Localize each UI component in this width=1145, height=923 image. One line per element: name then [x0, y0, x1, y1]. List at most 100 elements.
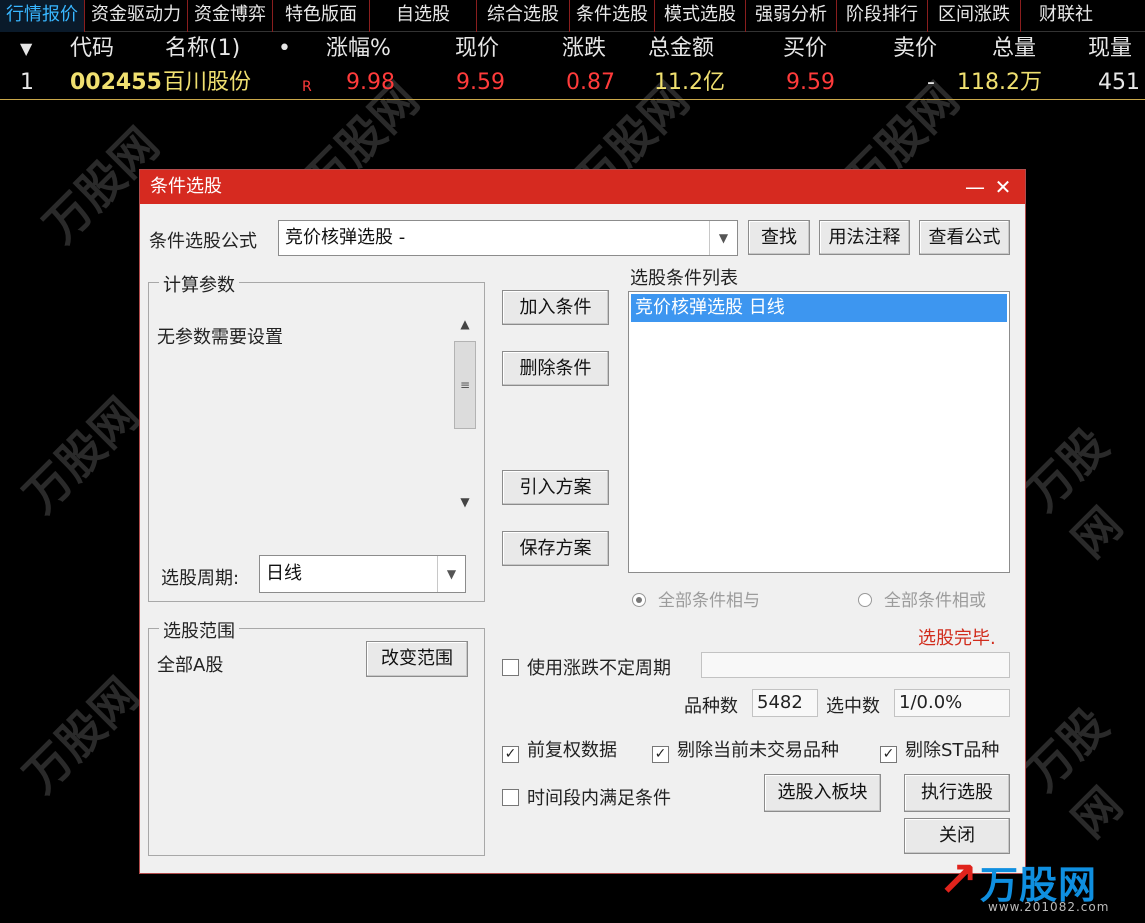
dialog-title: 条件选股: [150, 176, 222, 197]
tab-capital-game[interactable]: 资金博弈: [188, 0, 273, 32]
stock-name: 百川股份: [163, 70, 252, 95]
execute-screen-button[interactable]: 执行选股: [904, 774, 1010, 812]
checkbox-box[interactable]: [502, 789, 519, 806]
radio-dot[interactable]: [858, 593, 872, 607]
period-value: 日线: [266, 563, 302, 584]
scroll-thumb[interactable]: ≡: [454, 341, 476, 429]
find-button[interactable]: 查找: [748, 220, 810, 255]
add-to-block-button[interactable]: 选股入板块: [764, 774, 881, 812]
range-group: 选股范围 全部A股 改变范围: [148, 617, 485, 856]
pre-adjust-checkbox[interactable]: ✓ 前复权数据: [502, 736, 617, 763]
params-group-title: 计算参数: [159, 271, 239, 297]
use-variable-period-label: 使用涨跌不定周期: [527, 658, 671, 679]
radio-and-label: 全部条件相与: [658, 591, 760, 611]
ask-value: -: [927, 70, 935, 95]
col-change[interactable]: 涨跌: [562, 32, 606, 66]
col-dot: •: [278, 36, 291, 61]
col-change-pct[interactable]: 涨幅%: [326, 32, 391, 66]
variable-period-field[interactable]: [701, 652, 1010, 678]
tab-pattern-screen[interactable]: 模式选股: [655, 0, 746, 32]
add-condition-button[interactable]: 加入条件: [502, 290, 609, 325]
col-amount[interactable]: 总金额: [648, 32, 714, 66]
chevron-down-icon[interactable]: ▼: [709, 221, 737, 255]
watermark: 万股网: [13, 667, 150, 804]
amount-value: 11.2亿: [654, 70, 725, 95]
range-group-title: 选股范围: [159, 617, 239, 643]
sort-arrow-icon[interactable]: ▼: [20, 32, 32, 66]
last-volume-value: 451: [1098, 70, 1140, 95]
radio-dot[interactable]: [632, 593, 646, 607]
col-name[interactable]: 名称(1): [165, 32, 240, 66]
tab-featured[interactable]: 特色版面: [273, 0, 370, 32]
formula-label: 条件选股公式: [149, 231, 257, 252]
scroll-up-icon[interactable]: ▲: [453, 317, 477, 331]
logo-url: www.201082.com: [988, 900, 1110, 914]
minimize-icon[interactable]: —: [961, 170, 989, 204]
checkbox-box[interactable]: ✓: [880, 746, 897, 763]
chevron-down-icon[interactable]: ▼: [437, 556, 465, 592]
col-last-volume[interactable]: 现量: [1088, 32, 1132, 66]
tab-strength-analysis[interactable]: 强弱分析: [746, 0, 837, 32]
condition-screen-dialog: 条件选股 — ✕ 条件选股公式 竞价核弹选股 - ▼ 查找 用法注释 查看公式 …: [139, 169, 1026, 874]
close-icon[interactable]: ✕: [989, 170, 1017, 204]
margin-flag: R: [302, 79, 312, 95]
within-period-label: 时间段内满足条件: [527, 788, 671, 809]
col-code[interactable]: 代码: [70, 32, 114, 66]
import-plan-button[interactable]: 引入方案: [502, 470, 609, 505]
market-tab-bar: 行情报价 资金驱动力 资金博弈 特色版面 自选股 综合选股 条件选股 模式选股 …: [0, 0, 1145, 32]
list-item[interactable]: 竞价核弹选股 日线: [631, 294, 1007, 322]
col-price[interactable]: 现价: [455, 32, 499, 66]
radio-all-or[interactable]: 全部条件相或: [858, 586, 986, 611]
dialog-titlebar[interactable]: 条件选股 — ✕: [140, 170, 1025, 204]
params-scrollbar[interactable]: ▲ ≡ ▼: [453, 315, 477, 515]
exclude-st-checkbox[interactable]: ✓ 剔除ST品种: [880, 736, 999, 763]
params-group: 计算参数 无参数需要设置 ▲ ≡ ▼ 选股周期: 日线 ▼: [148, 271, 485, 602]
exclude-st-label: 剔除ST品种: [905, 740, 1000, 761]
checkbox-box[interactable]: ✓: [652, 746, 669, 763]
col-ask[interactable]: 卖价: [893, 32, 937, 66]
variety-count-field: 5482: [752, 689, 818, 717]
col-volume[interactable]: 总量: [992, 32, 1036, 66]
radio-or-label: 全部条件相或: [884, 591, 986, 611]
save-plan-button[interactable]: 保存方案: [502, 531, 609, 566]
checkbox-box[interactable]: ✓: [502, 746, 519, 763]
volume-value: 118.2万: [957, 70, 1042, 95]
col-bid[interactable]: 买价: [783, 32, 827, 66]
conditions-list[interactable]: 竞价核弹选股 日线: [628, 291, 1010, 573]
tab-quotes[interactable]: 行情报价: [0, 0, 85, 32]
range-value: 全部A股: [157, 655, 224, 676]
period-select[interactable]: 日线 ▼: [259, 555, 466, 593]
bid-value: 9.59: [786, 70, 835, 95]
status-text: 选股完毕.: [918, 628, 996, 649]
use-variable-period-checkbox[interactable]: 使用涨跌不定周期: [502, 654, 671, 680]
view-formula-button[interactable]: 查看公式: [919, 220, 1010, 255]
checkbox-box[interactable]: [502, 659, 519, 676]
params-text: 无参数需要设置: [157, 327, 283, 348]
conditions-list-label: 选股条件列表: [630, 268, 738, 289]
exclude-untraded-checkbox[interactable]: ✓ 剔除当前未交易品种: [652, 736, 839, 763]
period-label: 选股周期:: [161, 568, 240, 589]
quote-table-header: ▼ 代码 名称(1) • 涨幅% 现价 涨跌 总金额 买价 卖价 总量 现量: [0, 32, 1145, 66]
selected-count-field: 1/0.0%: [894, 689, 1010, 717]
tab-stage-ranking[interactable]: 阶段排行: [837, 0, 928, 32]
scroll-down-icon[interactable]: ▼: [453, 495, 477, 509]
tab-cls-news[interactable]: 财联社: [1021, 0, 1093, 32]
table-row[interactable]: 1 002455 百川股份 R 9.98 9.59 0.87 11.2亿 9.5…: [0, 66, 1145, 100]
tab-composite-screen[interactable]: 综合选股: [477, 0, 570, 32]
tab-range-change[interactable]: 区间涨跌: [928, 0, 1021, 32]
tab-condition-screen[interactable]: 条件选股: [570, 0, 655, 32]
row-index: 1: [20, 70, 34, 95]
stock-code: 002455: [70, 70, 162, 95]
close-button[interactable]: 关闭: [904, 818, 1010, 854]
radio-all-and[interactable]: 全部条件相与: [632, 586, 760, 611]
tab-watchlist[interactable]: 自选股: [370, 0, 477, 32]
tab-capital-drive[interactable]: 资金驱动力: [85, 0, 188, 32]
watermark: 万股网: [13, 387, 150, 524]
formula-select[interactable]: 竞价核弹选股 - ▼: [278, 220, 738, 256]
within-period-checkbox[interactable]: 时间段内满足条件: [502, 784, 671, 810]
change-range-button[interactable]: 改变范围: [366, 641, 468, 677]
change-value: 0.87: [566, 70, 615, 95]
usage-notes-button[interactable]: 用法注释: [819, 220, 910, 255]
delete-condition-button[interactable]: 删除条件: [502, 351, 609, 386]
selected-count-label: 选中数: [826, 696, 880, 717]
